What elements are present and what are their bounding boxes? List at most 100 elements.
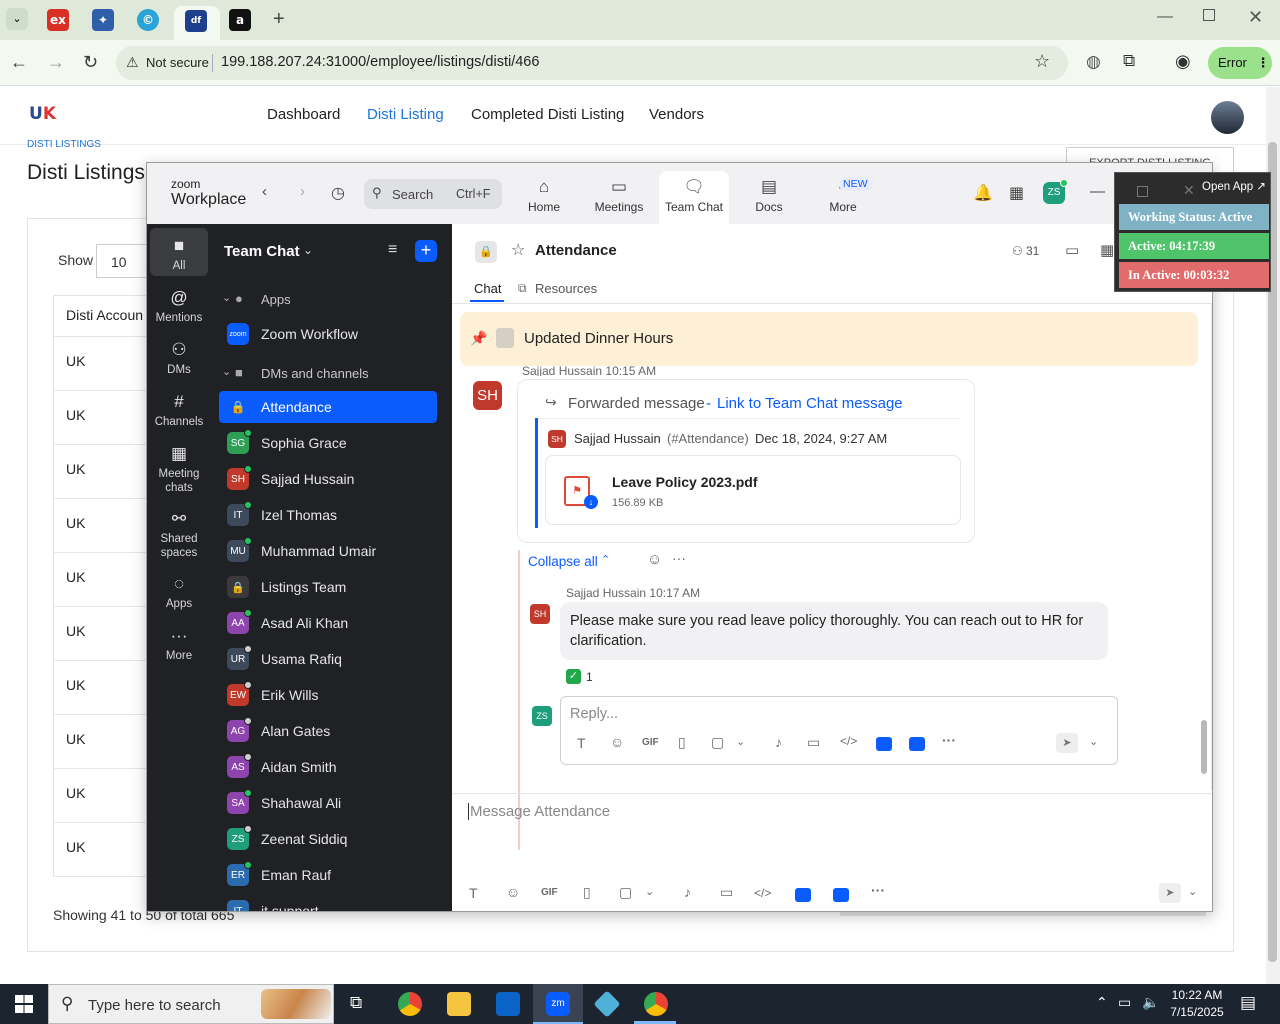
rail-dms[interactable]: ⚇ DMs [147, 340, 211, 377]
emoji-icon[interactable]: ☺ [506, 884, 520, 900]
list-item-shahawal-ali[interactable]: SA Shahawal Ali [219, 787, 437, 819]
list-item-usama-rafiq[interactable]: UR Usama Rafiq [219, 643, 437, 675]
download-icon[interactable]: ↓ [584, 495, 598, 509]
zoom-taskbar-item[interactable]: zm [533, 984, 583, 1024]
list-item-listings-team[interactable]: 🔒 Listings Team [219, 571, 437, 603]
uk-logo[interactable]: UK [29, 104, 56, 126]
maximize-icon[interactable] [1203, 9, 1215, 21]
outlook-icon[interactable] [496, 992, 520, 1016]
open-app-button[interactable]: Open App ↗ [1202, 179, 1266, 193]
star-icon[interactable]: ☆ [1034, 51, 1050, 72]
tab-resources[interactable]: Resources [535, 281, 597, 296]
list-item-sophia-grace[interactable]: SG Sophia Grace [219, 427, 437, 459]
calendar-icon[interactable]: ▦ [1100, 241, 1114, 259]
back-icon[interactable]: ← [10, 52, 28, 73]
app-icon[interactable] [876, 737, 892, 751]
taskbar-search[interactable]: ⚲ Type here to search [48, 984, 334, 1024]
extensions-icon[interactable]: ⧉ [1123, 51, 1135, 71]
minimize-icon[interactable]: — [1090, 183, 1105, 200]
translate-icon[interactable]: ◍ [1086, 52, 1101, 72]
nav-completed-disti-listing[interactable]: Completed Disti Listing [471, 106, 624, 123]
list-item-zeenat-siddiq[interactable]: ZS Zeenat Siddiq [219, 823, 437, 855]
chevron-right-icon[interactable]: › [300, 183, 305, 200]
notification-icon[interactable]: ▤ [1240, 993, 1256, 1013]
search-box[interactable]: ⚲ Search Ctrl+F [364, 179, 502, 209]
app-icon[interactable] [833, 888, 849, 902]
rail-shared-spaces[interactable]: ⚯ Shared spaces [147, 509, 211, 560]
zoom-logo[interactable]: zoom Workplace [171, 177, 246, 208]
members-icon[interactable]: ⚇ [1012, 244, 1023, 258]
chevron-down-icon[interactable]: ⌄ [1089, 735, 1098, 748]
chevron-up-icon[interactable]: ⌃ [1096, 994, 1108, 1011]
tab-team-chat[interactable]: 🗨 Team Chat [659, 171, 729, 224]
list-item-it-support[interactable]: IT it support [219, 895, 437, 911]
security-label[interactable]: Not secure [146, 55, 209, 70]
reply-bubble[interactable]: Please make sure you read leave policy t… [560, 602, 1108, 660]
reaction-check-icon[interactable]: ✓ [566, 669, 581, 684]
close-icon[interactable]: ✕ [1248, 7, 1263, 28]
clock[interactable]: 10:22 AM 7/15/2025 [1164, 987, 1230, 1021]
list-item-eman-rauf[interactable]: ER Eman Rauf [219, 859, 437, 891]
rail-channels[interactable]: # Channels [147, 392, 211, 429]
chevron-down-icon[interactable]: ⌄ [222, 291, 231, 304]
volume-icon[interactable]: 🔈 [1142, 994, 1159, 1011]
emoji-react-icon[interactable]: ☺ [647, 551, 662, 568]
network-icon[interactable]: ▭ [1118, 994, 1131, 1011]
chevron-down-icon[interactable]: ⌄ [303, 243, 313, 257]
file-explorer-icon[interactable] [447, 992, 471, 1016]
widget-maximize-icon[interactable] [1137, 186, 1148, 197]
task-view-icon[interactable]: ⧉ [350, 993, 362, 1013]
send-button[interactable]: ➤ [1159, 883, 1181, 903]
list-item-alan-gates[interactable]: AG Alan Gates [219, 715, 437, 747]
app-icon[interactable] [795, 888, 811, 902]
list-item-attendance[interactable]: 🔒 Attendance [219, 391, 437, 423]
show-select[interactable]: 10 [96, 244, 151, 278]
section-apps[interactable]: Apps [261, 292, 291, 307]
bird-icon[interactable]: ✦ [92, 9, 114, 31]
copyright-icon[interactable]: © [137, 9, 159, 31]
ellipsis-icon[interactable]: ··· [672, 550, 686, 566]
channel-title[interactable]: Attendance [535, 242, 617, 259]
list-item-zoom-workflow[interactable]: zoom Zoom Workflow [219, 318, 437, 350]
new-tab-icon[interactable]: + [273, 8, 285, 31]
forward-icon[interactable]: → [47, 52, 65, 73]
ellipsis-icon[interactable]: ··· [942, 732, 956, 748]
chevron-down-icon[interactable]: ⌄ [645, 885, 654, 898]
tab-docs[interactable]: ▤ Docs [734, 171, 804, 224]
nav-vendors[interactable]: Vendors [649, 106, 704, 123]
star-icon[interactable]: ☆ [511, 240, 525, 260]
windows-start-icon[interactable] [15, 995, 33, 1013]
list-item-muhammad-umair[interactable]: MU Muhammad Umair [219, 535, 437, 567]
video-clip-icon[interactable]: ▭ [807, 734, 820, 751]
profile-error-button[interactable]: Error ⋮ [1208, 47, 1272, 79]
chevron-down-icon[interactable]: ⌄ [736, 735, 745, 748]
collapse-all-button[interactable]: Collapse all [528, 554, 598, 569]
rail-meeting-chats[interactable]: ▦ Meeting chats [147, 444, 211, 495]
chevron-left-icon[interactable]: ‹ [262, 183, 267, 200]
rail-more[interactable]: ··· More [147, 626, 211, 663]
file-icon[interactable]: ▯ [678, 734, 686, 751]
address-bar[interactable]: ⚠ Not secure 199.188.207.24:31000/employ… [116, 46, 1068, 80]
orig-sender[interactable]: Sajjad Hussain [574, 431, 661, 446]
url-text[interactable]: 199.188.207.24:31000/employee/listings/d… [221, 54, 539, 70]
gif-icon[interactable]: GIF [642, 737, 659, 748]
avatar[interactable]: SH [473, 381, 502, 410]
nav-dashboard[interactable]: Dashboard [267, 106, 340, 123]
calendar-icon[interactable]: ▦ [1009, 183, 1024, 203]
history-icon[interactable]: ◷ [331, 183, 345, 203]
chevron-up-icon[interactable]: ⌃ [601, 553, 610, 566]
chrome-icon[interactable] [644, 992, 668, 1016]
microphone-icon[interactable]: ♪ [775, 734, 782, 750]
send-button[interactable]: ➤ [1056, 733, 1078, 753]
user-avatar[interactable]: ZS [1043, 179, 1068, 204]
rail-mentions[interactable]: @ Mentions [147, 288, 211, 325]
tab-meetings[interactable]: ▭ Meetings [584, 171, 654, 224]
sender-name[interactable]: Sajjad Hussain [566, 586, 646, 600]
widget-close-icon[interactable]: ✕ [1183, 182, 1195, 199]
tab-search-button[interactable]: ⌄ [6, 8, 28, 30]
list-item-erik-wills[interactable]: EW Erik Wills [219, 679, 437, 711]
user-avatar[interactable] [1211, 101, 1244, 134]
nav-disti-listing[interactable]: Disti Listing [367, 106, 444, 123]
bell-icon[interactable]: 🔔 [973, 183, 993, 203]
active-tab[interactable]: df [174, 6, 220, 40]
